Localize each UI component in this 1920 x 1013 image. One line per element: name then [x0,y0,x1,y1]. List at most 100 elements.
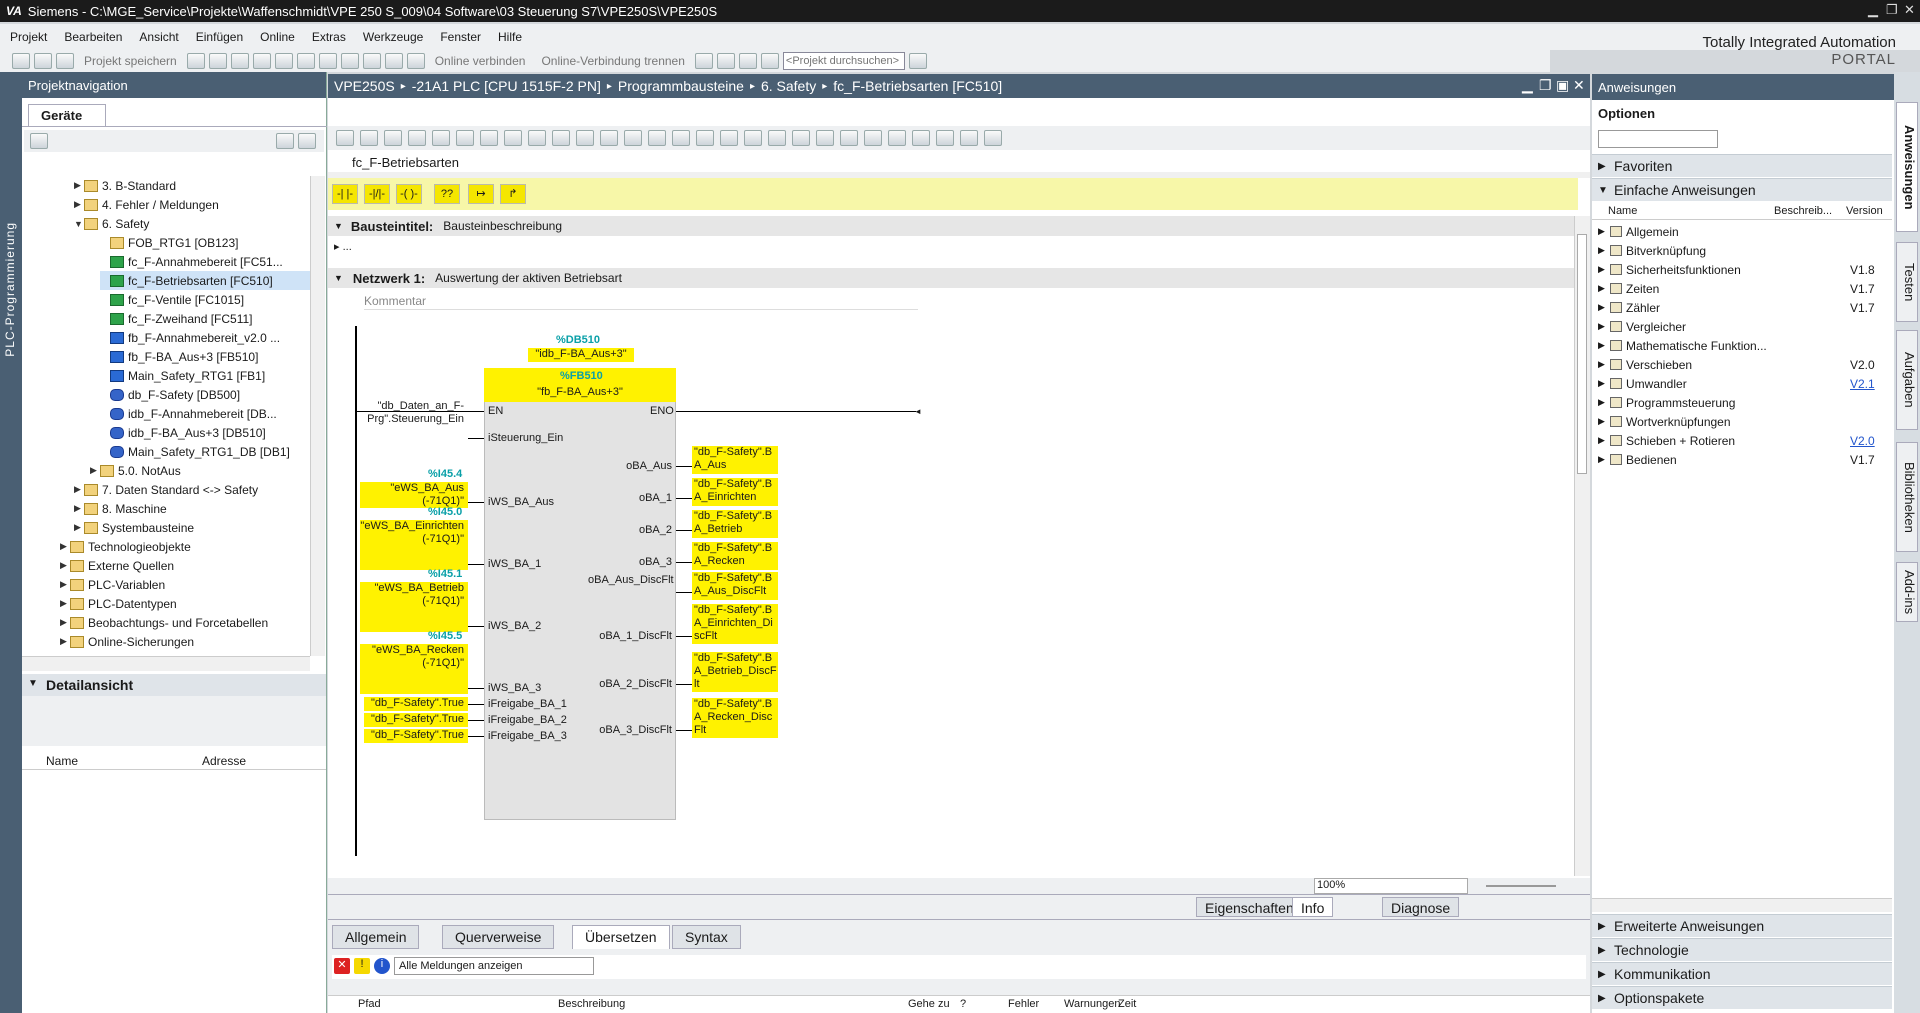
upload-icon[interactable] [384,53,403,69]
tree-item[interactable]: ▶ Systembausteine [74,518,310,537]
tree-item[interactable]: fc_F-Betriebsarten [FC510] [100,271,310,290]
split-horizontal-icon[interactable] [738,53,757,69]
message-col[interactable]: Zeit [1118,998,1136,1010]
paste-icon[interactable] [252,53,271,69]
warning-filter-icon[interactable]: ! [354,958,370,974]
error-filter-icon[interactable]: ✕ [334,958,350,974]
menu-item-6[interactable]: Werkzeuge [363,30,423,44]
sync-icon[interactable] [298,133,316,149]
open-project-icon[interactable] [34,53,52,69]
inspector-tab-0[interactable]: Eigenschaften [1196,897,1303,917]
tree-item[interactable]: ▶ Online-Sicherungen [60,632,310,651]
tree-item[interactable]: ▶ PLC-Variablen [60,575,310,594]
instruction-group[interactable]: ▶ Bitverknüpfung [1592,241,1892,260]
tree-item[interactable]: ▶ 7. Daten Standard <-> Safety [74,480,310,499]
fb-name[interactable]: "fb_F-BA_Aus+3" [484,386,676,398]
tree-item[interactable]: fc_F-Annahmebereit [FC51... [100,252,310,271]
instructions-section[interactable]: ▶ Optionspakete [1592,986,1892,1009]
input-operand[interactable]: "eWS_BA_Aus (-71Q1)" [360,482,468,508]
save-icon[interactable] [56,53,74,69]
expand-arrow-icon[interactable]: ▶ [74,484,84,495]
minimize-editor-icon[interactable]: ▁ [1522,77,1533,94]
expand-arrow-icon[interactable]: ▶ [74,503,84,514]
expand-arrow-icon[interactable]: ▶ [90,465,100,476]
expand-arrow-icon[interactable]: ▶ [60,617,70,628]
tree-item[interactable]: ▶ 8. Maschine [74,499,310,518]
expand-arrow-icon[interactable]: ▶ [1598,226,1605,237]
tree-horizontal-scrollbar[interactable] [22,656,310,671]
tree-item[interactable]: fc_F-Ventile [FC1015] [100,290,310,309]
tree-item[interactable]: fb_F-BA_Aus+3 [FB510] [100,347,310,366]
instruction-group[interactable]: ▶ Vergleicher [1592,317,1892,336]
tree-item[interactable]: ▼ 6. Safety [74,214,310,233]
instructions-col[interactable]: Beschreib... [1774,205,1832,217]
instructions-col[interactable]: Name [1608,205,1637,217]
tree-item[interactable]: ▶ Beobachtungs- und Forcetabellen [60,613,310,632]
tree-item[interactable]: ▶ 4. Fehler / Meldungen [74,195,310,214]
menu-item-3[interactable]: Einfügen [196,30,243,44]
breadcrumb-item[interactable]: VPE250S [334,78,395,94]
instructions-section[interactable]: ▶ Technologie [1592,938,1892,961]
expand-arrow-icon[interactable]: ▶ [60,541,70,552]
inspector-subtab-2[interactable]: Übersetzen [572,925,670,949]
cut-icon[interactable] [208,53,227,69]
accessible-devices-icon[interactable] [694,53,713,69]
delete-icon[interactable] [274,53,293,69]
instruction-group[interactable]: ▶ Allgemein [1592,222,1892,241]
inspector-tab-1[interactable]: Info [1292,897,1334,917]
message-col[interactable]: Warnungen [1064,998,1120,1010]
zoom-slider[interactable] [1486,885,1556,887]
online-disconnect-button[interactable]: Online-Verbindung trennen [541,54,684,68]
scroll-thumb[interactable] [1577,234,1587,474]
message-col[interactable]: Pfad [358,998,381,1010]
close-editor-icon[interactable]: ✕ [1573,77,1585,94]
expand-arrow-icon[interactable]: ▶ [60,579,70,590]
instructions-section[interactable]: ▶ Erweiterte Anweisungen [1592,914,1892,937]
new-project-icon[interactable] [12,53,30,69]
expand-arrow-icon[interactable]: ▶ [60,598,70,609]
instruction-group[interactable]: ▶ Zeiten V1.7 [1592,279,1892,298]
close-window-button[interactable]: ✕ [1904,2,1915,18]
expand-arrow-icon[interactable]: ▶ [74,522,84,533]
instruction-group[interactable]: ▶ Zähler V1.7 [1592,298,1892,317]
zoom-select[interactable]: 100% [1314,878,1468,894]
instruction-version[interactable]: V2.0 [1850,434,1875,448]
task-card-tab[interactable]: Anweisungen [1896,102,1918,232]
instruction-version[interactable]: V2.1 [1850,377,1875,391]
tree-item[interactable]: ▶ 5.0. NotAus [90,461,310,480]
tree-vertical-scrollbar[interactable] [310,176,325,656]
instruction-group[interactable]: ▶ Schieben + Rotieren V2.0 [1592,431,1892,450]
input-operand[interactable]: "eWS_BA_Betrieb (-71Q1)" [360,582,468,632]
menu-item-0[interactable]: Projekt [10,30,47,44]
menu-item-5[interactable]: Extras [312,30,346,44]
compile-icon[interactable] [340,53,359,69]
breadcrumb-item[interactable]: fc_F-Betriebsarten [FC510] [833,78,1002,94]
maximize-editor-icon[interactable]: ▣ [1556,77,1569,94]
cross-reference-icon[interactable] [716,53,735,69]
task-card-tab[interactable]: Bibliotheken [1896,442,1918,552]
inspector-subtab-0[interactable]: Allgemein [332,925,420,949]
tree-item[interactable]: Main_Safety_RTG1 [FB1] [100,366,310,385]
tab-devices[interactable]: Geräte [28,104,106,126]
expand-arrow-icon[interactable]: ▶ [1598,359,1605,370]
message-col[interactable]: Beschreibung [558,998,625,1010]
tree-item[interactable]: FOB_RTG1 [OB123] [100,233,310,252]
breadcrumb-item[interactable]: -21A1 PLC [CPU 1515F-2 PN] [412,78,601,94]
instructions-search-input[interactable] [1598,130,1718,148]
download-icon[interactable] [362,53,381,69]
project-search-input[interactable] [782,52,905,70]
float-editor-icon[interactable]: ❐ [1539,77,1552,94]
tree-item[interactable]: fc_F-Zweihand [FC511] [100,309,310,328]
tree-item[interactable]: idb_F-Annahmebereit [DB... [100,404,310,423]
tree-item[interactable]: ▶ Technologieobjekte [60,537,310,556]
input-operand[interactable]: "db_F-Safety".True [364,729,468,743]
device-overview-icon[interactable] [30,133,48,149]
output-operand[interactable]: "db_F-Safety".BA_Einrichten_DiscFlt [692,604,778,644]
expand-arrow-icon[interactable]: ▶ [1598,283,1605,294]
message-col[interactable]: ? [960,998,966,1010]
inspector-tab-2[interactable]: Diagnose [1382,897,1460,917]
menu-item-1[interactable]: Bearbeiten [64,30,122,44]
instruction-group[interactable]: ▶ Sicherheitsfunktionen V1.8 [1592,260,1892,279]
output-operand[interactable]: "db_F-Safety".BA_Betrieb_DiscFlt [692,652,778,692]
expand-arrow-icon[interactable]: ▶ [1598,302,1605,313]
